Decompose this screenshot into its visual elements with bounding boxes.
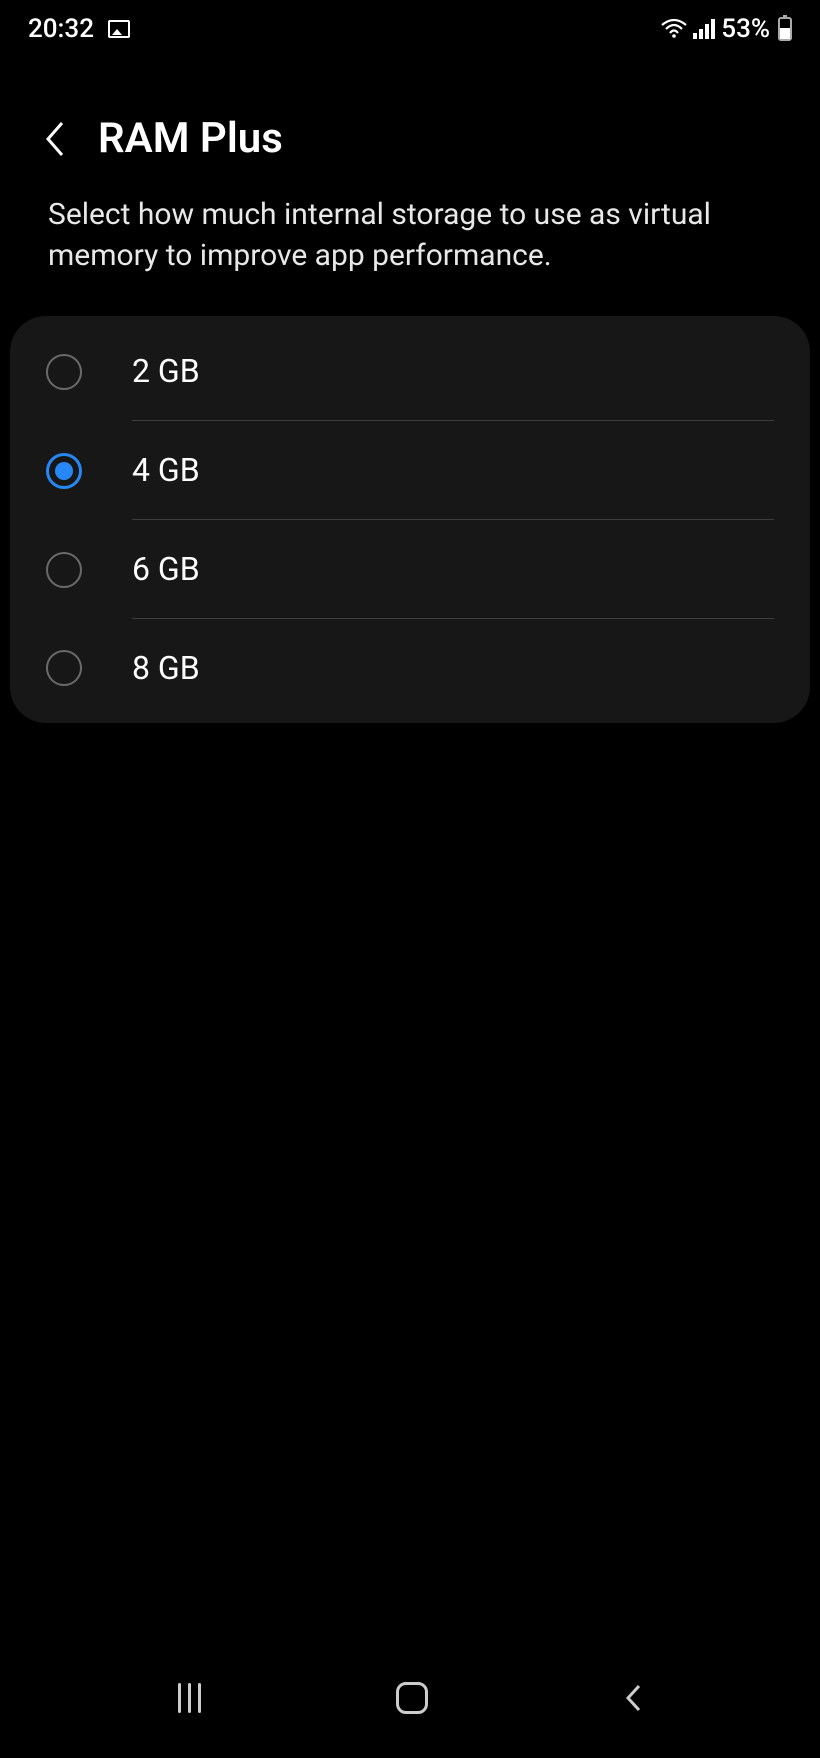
signal-icon bbox=[693, 19, 715, 39]
radio-icon-selected bbox=[46, 453, 82, 489]
nav-recents-button[interactable] bbox=[178, 1683, 201, 1713]
back-icon[interactable] bbox=[42, 119, 66, 159]
option-label: 6 GB bbox=[132, 550, 200, 588]
status-bar: 20:32 53% bbox=[0, 0, 820, 54]
options-card: 2 GB 4 GB 6 GB 8 GB bbox=[10, 316, 810, 723]
nav-back-button[interactable] bbox=[624, 1683, 642, 1713]
option-label: 2 GB bbox=[132, 352, 200, 390]
status-bar-left: 20:32 bbox=[28, 14, 130, 44]
nav-home-button[interactable] bbox=[396, 1682, 428, 1714]
radio-icon bbox=[46, 650, 82, 686]
option-label: 8 GB bbox=[132, 649, 200, 687]
battery-icon bbox=[778, 17, 792, 41]
navigation-bar bbox=[0, 1658, 820, 1758]
status-time: 20:32 bbox=[28, 14, 94, 44]
page-title: RAM Plus bbox=[98, 114, 283, 163]
option-4gb[interactable]: 4 GB bbox=[10, 421, 810, 520]
status-bar-right: 53% bbox=[661, 14, 792, 44]
option-label: 4 GB bbox=[132, 451, 200, 489]
option-8gb[interactable]: 8 GB bbox=[10, 619, 810, 717]
option-6gb[interactable]: 6 GB bbox=[10, 520, 810, 619]
battery-percent: 53% bbox=[721, 14, 770, 44]
radio-icon bbox=[46, 552, 82, 588]
picture-icon bbox=[108, 20, 130, 38]
option-2gb[interactable]: 2 GB bbox=[10, 322, 810, 421]
radio-icon bbox=[46, 354, 82, 390]
header: RAM Plus bbox=[0, 54, 820, 193]
page-description: Select how much internal storage to use … bbox=[0, 193, 820, 308]
wifi-icon bbox=[661, 19, 687, 39]
